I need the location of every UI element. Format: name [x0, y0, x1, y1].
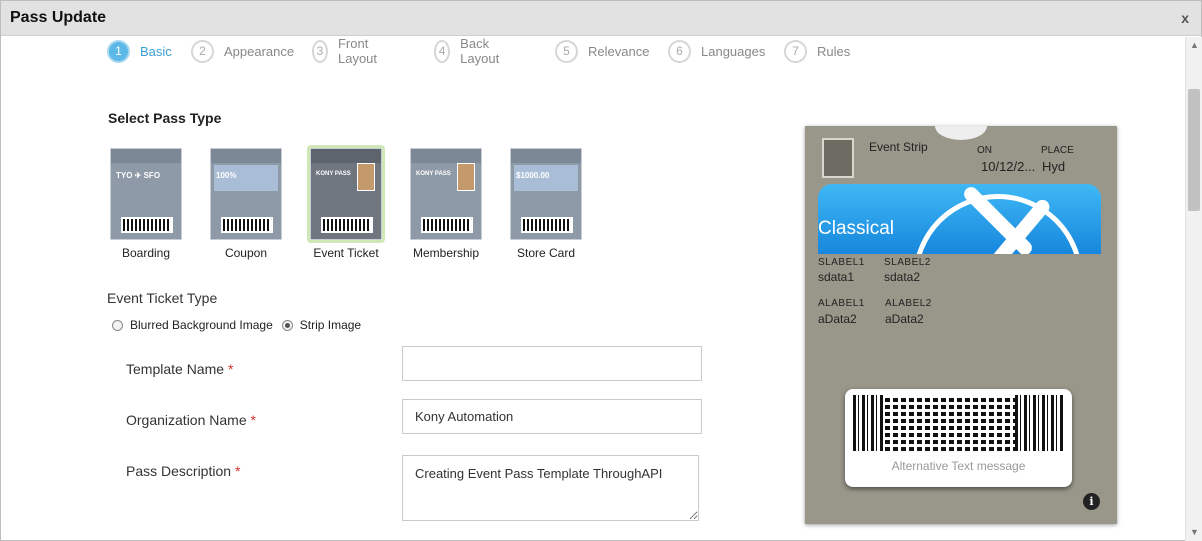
header-field-value: Hyd: [1042, 159, 1066, 174]
step-number: 6: [668, 39, 691, 63]
radio-label: Blurred Background Image: [130, 318, 273, 332]
pass-type-label: Coupon: [224, 246, 268, 260]
step-front-layout[interactable]: 3 Front Layout: [312, 36, 384, 66]
event-ticket-type-heading: Event Ticket Type: [107, 290, 218, 306]
header-field-value: 10/12/2...: [981, 159, 1036, 174]
required-marker: *: [250, 412, 256, 428]
step-languages[interactable]: 6 Languages: [668, 39, 765, 63]
radio-strip-image[interactable]: Strip Image: [281, 318, 362, 332]
step-label: Back Layout: [460, 36, 500, 66]
strip-title: Classical: [818, 218, 895, 239]
pass-type-label: Membership: [412, 246, 480, 260]
header-field-label: ON: [977, 145, 992, 156]
dialog-titlebar: Pass Update x: [1, 1, 1201, 36]
scrollbar-thumb[interactable]: [1188, 89, 1200, 211]
pass-type-coupon[interactable]: 100% Coupon: [201, 148, 291, 260]
pass-preview: Event Strip ON 10/12/2... PLACE Hyd Clas…: [805, 126, 1117, 524]
coupon-pass-thumbnail: 100%: [210, 148, 282, 240]
step-back-layout[interactable]: 4 Back Layout: [434, 36, 506, 66]
pass-type-membership[interactable]: KONY PASS Membership: [401, 148, 491, 260]
label-text: Organization Name: [126, 412, 247, 428]
scroll-down-arrow-icon[interactable]: ▼: [1186, 524, 1202, 541]
radio-button[interactable]: [281, 319, 293, 331]
template-name-input[interactable]: [402, 346, 702, 381]
scroll-up-arrow-icon[interactable]: ▲: [1186, 37, 1202, 54]
boarding-pass-thumbnail: TYO ✈ SFO: [110, 148, 182, 240]
step-rules[interactable]: 7 Rules: [784, 39, 850, 63]
pass-logo-text: Event Strip: [869, 140, 928, 154]
header-field-label: PLACE: [1041, 145, 1074, 156]
step-relevance[interactable]: 5 Relevance: [555, 39, 649, 63]
select-pass-type-heading: Select Pass Type: [108, 110, 222, 126]
pass-type-label: Store Card: [516, 246, 576, 260]
thumbnail-text: 100%: [216, 171, 237, 180]
info-icon[interactable]: i: [1083, 493, 1100, 510]
step-label: Languages: [701, 43, 766, 59]
pass-strip-image: Classical: [818, 184, 1101, 254]
barcode-card: Alternative Text message: [845, 389, 1072, 487]
step-number: 2: [191, 39, 214, 63]
step-label: Basic: [140, 43, 172, 59]
step-basic[interactable]: 1 Basic: [107, 39, 172, 63]
auxiliary-field-label: ALABEL2: [885, 298, 932, 309]
membership-pass-thumbnail: KONY PASS: [410, 148, 482, 240]
step-number: 7: [784, 39, 807, 63]
pass-notch: [935, 126, 987, 140]
auxiliary-field-value: aData2: [885, 312, 924, 326]
store-card-pass-thumbnail: $1000.00: [510, 148, 582, 240]
required-marker: *: [227, 361, 234, 377]
radio-button[interactable]: [112, 319, 123, 331]
label-text: Template Name: [126, 361, 225, 377]
auxiliary-field-label: ALABEL1: [818, 298, 865, 309]
pass-type-label: Boarding: [121, 246, 171, 260]
pass-type-label: Event Ticket: [313, 246, 379, 260]
secondary-field-value: sdata1: [818, 270, 855, 284]
pass-description-textarea[interactable]: Creating Event Pass Template ThroughAPI: [402, 455, 699, 521]
secondary-field-label: SLABEL1: [818, 257, 865, 268]
organization-name-label: Organization Name *: [126, 412, 256, 428]
step-label: Appearance: [224, 43, 295, 59]
event-ticket-type-radio-group: Blurred Background Image Strip Image: [112, 318, 370, 332]
step-label: Relevance: [588, 43, 650, 59]
pass-update-dialog: Pass Update x 1 Basic 2 Appearance 3 Fro…: [0, 0, 1202, 541]
step-appearance[interactable]: 2 Appearance: [191, 39, 294, 63]
thumbnail-text: KONY PASS: [416, 171, 451, 177]
close-button[interactable]: x: [1181, 10, 1189, 26]
pass-description-label: Pass Description *: [126, 463, 240, 479]
step-number: 3: [312, 39, 328, 63]
vertical-scrollbar[interactable]: ▲ ▼: [1185, 37, 1202, 541]
thumbnail-text: $1000.00: [516, 171, 550, 180]
radio-label: Strip Image: [299, 318, 362, 332]
auxiliary-field-value: aData2: [818, 312, 857, 326]
step-label: Rules: [817, 43, 851, 59]
step-label: Front Layout: [337, 36, 378, 66]
pass-type-store-card[interactable]: $1000.00 Store Card: [501, 148, 591, 260]
radio-blurred-background-image[interactable]: Blurred Background Image: [112, 318, 273, 332]
pass-type-event-ticket[interactable]: KONY PASS Event Ticket: [301, 145, 391, 260]
required-marker: *: [234, 463, 241, 479]
pass-logo-icon: [822, 138, 854, 178]
organization-name-input[interactable]: [402, 399, 702, 434]
dialog-title: Pass Update: [10, 9, 107, 26]
secondary-field-value: sdata2: [884, 270, 921, 284]
thumbnail-text: TYO ✈ SFO: [116, 171, 161, 180]
step-number: 4: [434, 39, 451, 63]
step-number: 5: [555, 39, 578, 63]
label-text: Pass Description: [126, 463, 232, 479]
barcode-alt-text: Alternative Text message: [891, 459, 1026, 473]
event-ticket-pass-thumbnail: KONY PASS: [307, 145, 385, 243]
template-name-label: Template Name *: [126, 361, 233, 377]
secondary-field-label: SLABEL2: [884, 257, 931, 268]
thumbnail-text: KONY PASS: [316, 171, 351, 177]
step-number: 1: [107, 39, 130, 63]
pass-type-boarding[interactable]: TYO ✈ SFO Boarding: [101, 148, 191, 260]
